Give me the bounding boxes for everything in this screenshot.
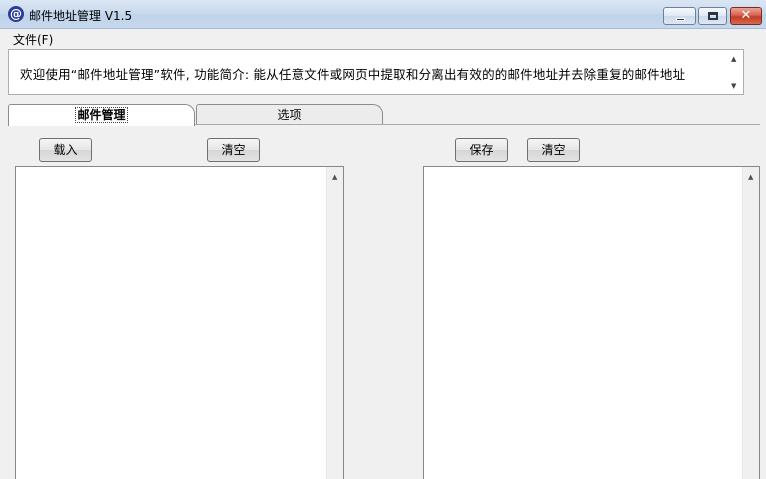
result-scroll-up-icon[interactable]: ▲ <box>748 173 753 181</box>
tab-mail-management[interactable]: 邮件管理 <box>8 104 195 126</box>
app-at-icon: @ <box>8 6 24 22</box>
tab-options[interactable]: 选项 <box>196 104 383 124</box>
title-bar[interactable]: @ 邮件地址管理 V1.5 ✕ <box>0 0 766 29</box>
tab-options-label: 选项 <box>277 108 302 122</box>
source-scrollbar[interactable]: ▲ <box>326 167 343 479</box>
save-button[interactable]: 保存 <box>455 138 508 162</box>
intro-text: 欢迎使用“邮件地址管理”软件, 功能简介: 能从任意文件或网页中提取和分离出有效… <box>20 67 686 82</box>
minimize-icon <box>676 18 685 21</box>
source-textarea[interactable]: ▲ <box>15 166 344 479</box>
source-scroll-up-icon[interactable]: ▲ <box>332 173 337 181</box>
scroll-down-arrow-icon[interactable]: ▼ <box>731 82 736 90</box>
close-button[interactable]: ✕ <box>730 7 762 25</box>
intro-textbox[interactable]: 欢迎使用“邮件地址管理”软件, 功能简介: 能从任意文件或网页中提取和分离出有效… <box>8 49 744 95</box>
menu-file[interactable]: 文件(F) <box>13 31 53 48</box>
maximize-icon <box>708 12 718 20</box>
minimize-button[interactable] <box>663 7 696 25</box>
tab-mail-management-label: 邮件管理 <box>75 107 128 123</box>
intro-scrollbar[interactable]: ▲ ▼ <box>726 50 743 94</box>
clear-source-button[interactable]: 清空 <box>207 138 260 162</box>
result-scrollbar[interactable]: ▲ <box>742 167 759 479</box>
window-title: 邮件地址管理 V1.5 <box>29 9 133 23</box>
menu-bar: 文件(F) <box>0 29 766 48</box>
load-button[interactable]: 载入 <box>39 138 92 162</box>
result-textarea[interactable]: ▲ <box>423 166 760 479</box>
clear-result-button[interactable]: 清空 <box>527 138 580 162</box>
close-icon: ✕ <box>740 8 752 23</box>
scroll-up-arrow-icon[interactable]: ▲ <box>731 55 736 63</box>
maximize-button[interactable] <box>698 7 727 25</box>
